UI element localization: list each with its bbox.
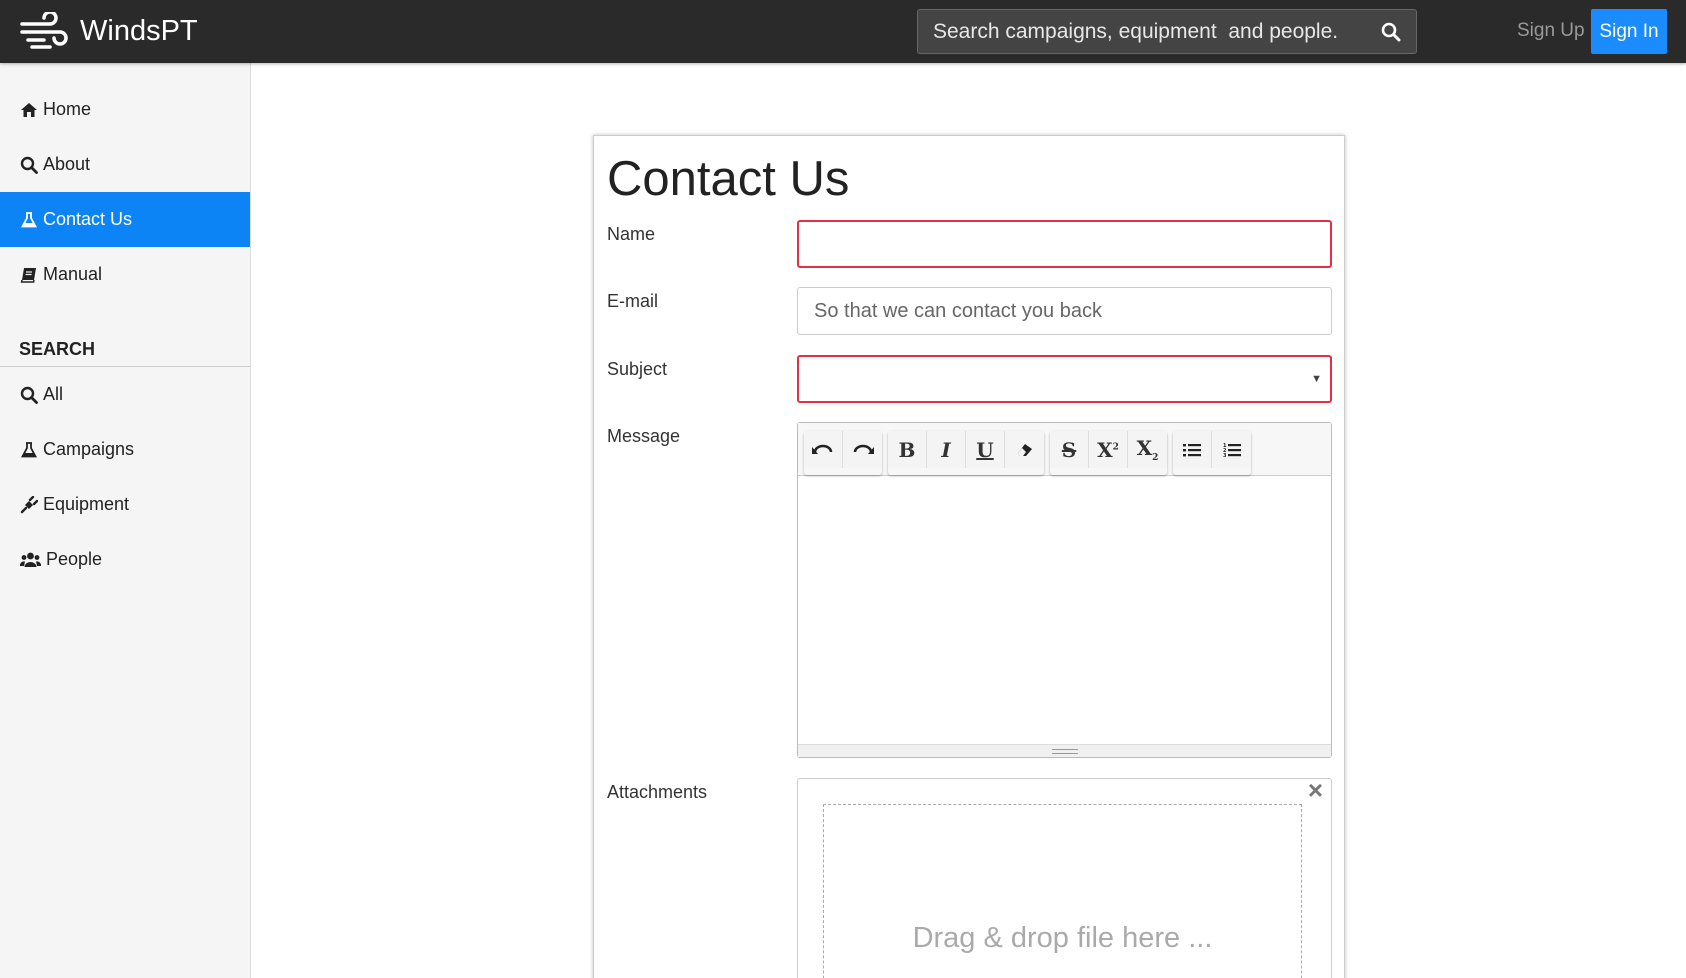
page-title: Contact Us	[607, 152, 850, 206]
chevron-down-icon: ▼	[1311, 373, 1322, 385]
brand[interactable]: WindsPT	[20, 11, 198, 52]
sidebar-item-about[interactable]: About	[0, 137, 250, 192]
sidebar-item-all[interactable]: All	[0, 367, 250, 422]
close-icon[interactable]: ×	[1308, 775, 1323, 806]
users-icon	[20, 551, 41, 569]
sidebar-item-label: All	[43, 384, 64, 404]
search-icon	[1381, 22, 1401, 41]
sidebar: Home About Contact Us Manual SEARCH All	[0, 63, 251, 978]
subject-select[interactable]: ▼	[797, 355, 1332, 403]
sidebar-item-label: Home	[43, 99, 92, 119]
superscript-button[interactable]: X2	[1089, 431, 1128, 468]
message-label: Message	[607, 426, 681, 446]
numbered-list-icon: 123	[1223, 443, 1241, 458]
email-label: E-mail	[607, 291, 659, 311]
top-navbar: WindsPT Sign Up Sign In	[0, 0, 1686, 63]
svg-text:3: 3	[1223, 453, 1227, 458]
search-input[interactable]	[918, 10, 1366, 53]
subject-label: Subject	[607, 359, 668, 379]
undo-icon	[812, 444, 833, 454]
superscript-icon: X2	[1097, 437, 1119, 462]
sign-up-link[interactable]: Sign Up	[1517, 20, 1585, 42]
bold-button[interactable]: B	[888, 431, 927, 468]
wind-logo-icon	[20, 11, 68, 49]
italic-icon: I	[941, 437, 951, 462]
sidebar-search-header: SEARCH	[0, 327, 250, 367]
undo-button[interactable]	[804, 431, 843, 468]
attachments-panel: × Drag & drop file here ...	[797, 775, 1332, 978]
eraser-icon	[1017, 443, 1032, 456]
subscript-icon: X2	[1136, 436, 1159, 463]
editor-toolbar: B I U S X2 X2 123	[798, 423, 1331, 476]
sidebar-item-contact-us[interactable]: Contact Us	[0, 192, 250, 247]
dropzone-text: Drag & drop file here ...	[912, 922, 1213, 954]
sidebar-item-label: About	[43, 154, 91, 174]
bullet-list-icon	[1183, 443, 1201, 456]
subscript-button[interactable]: X2	[1128, 431, 1167, 468]
sidebar-item-home[interactable]: Home	[0, 82, 250, 137]
sidebar-item-campaigns[interactable]: Campaigns	[0, 422, 250, 477]
redo-button[interactable]	[843, 431, 882, 468]
book-icon	[20, 266, 38, 284]
file-dropzone[interactable]: Drag & drop file here ...	[823, 804, 1302, 978]
sidebar-item-label: People	[46, 549, 103, 569]
bullet-list-button[interactable]	[1173, 431, 1212, 468]
name-input[interactable]	[797, 220, 1332, 268]
home-icon	[20, 101, 38, 119]
italic-button[interactable]: I	[927, 431, 966, 468]
numbered-list-button[interactable]: 123	[1212, 431, 1251, 468]
bold-icon: B	[898, 437, 916, 462]
attachments-label: Attachments	[607, 782, 708, 802]
plug-icon	[20, 495, 38, 514]
flask-icon	[20, 441, 38, 459]
global-search	[917, 9, 1417, 54]
message-editor-area[interactable]	[798, 476, 1331, 744]
sidebar-item-manual[interactable]: Manual	[0, 247, 250, 302]
sign-in-button[interactable]: Sign In	[1591, 9, 1667, 54]
name-label: Name	[607, 224, 656, 244]
sidebar-item-label: Contact Us	[43, 209, 133, 229]
message-editor: B I U S X2 X2 123	[797, 422, 1332, 758]
underline-button[interactable]: U	[966, 431, 1005, 468]
sidebar-item-label: Manual	[43, 264, 103, 284]
search-button[interactable]	[1366, 10, 1416, 53]
flask-icon	[20, 211, 38, 229]
grip-icon	[1051, 748, 1078, 754]
strikethrough-icon: S	[1061, 437, 1077, 462]
sidebar-item-people[interactable]: People	[0, 532, 250, 587]
sidebar-item-equipment[interactable]: Equipment	[0, 477, 250, 532]
sidebar-item-label: Equipment	[43, 494, 130, 514]
underline-icon: U	[976, 437, 994, 462]
strikethrough-button[interactable]: S	[1050, 431, 1089, 468]
email-input[interactable]	[797, 287, 1332, 335]
redo-icon	[853, 444, 874, 454]
brand-name: WindsPT	[80, 15, 198, 47]
clear-format-button[interactable]	[1005, 431, 1044, 468]
contact-form-card: Contact Us Name E-mail Subject ▼ Message…	[593, 135, 1345, 978]
editor-resize-handle[interactable]	[798, 744, 1331, 757]
search-icon	[20, 156, 38, 174]
sidebar-item-label: Campaigns	[43, 439, 135, 459]
search-icon	[20, 386, 38, 404]
